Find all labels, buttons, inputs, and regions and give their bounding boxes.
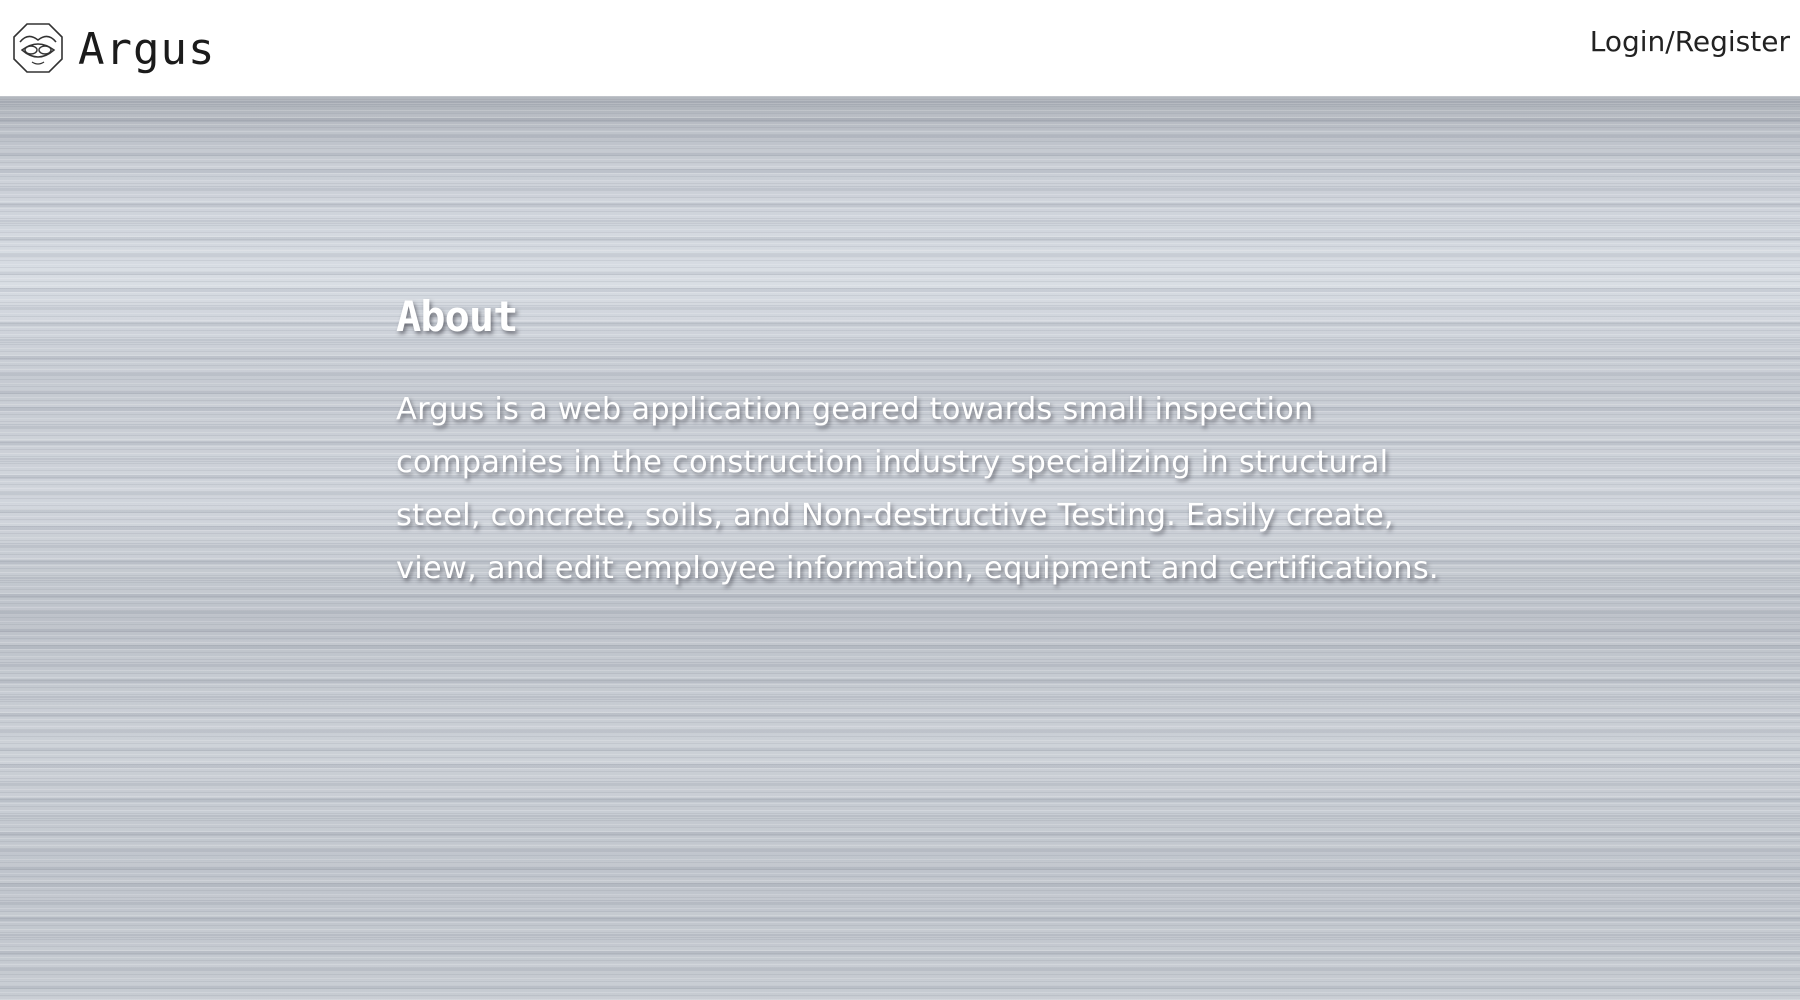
top-navbar: Argus Login/Register — [0, 0, 1800, 96]
about-section: About Argus is a web application geared … — [396, 292, 1456, 595]
argus-logo-icon — [13, 23, 63, 73]
brand-home-link[interactable]: Argus — [12, 20, 215, 76]
hero-section: About Argus is a web application geared … — [0, 96, 1800, 1000]
about-title: About — [396, 292, 518, 341]
brand-name: Argus — [78, 24, 216, 75]
about-description: Argus is a web application geared toward… — [396, 392, 1439, 586]
login-register-link[interactable]: Login/Register — [1590, 25, 1790, 58]
